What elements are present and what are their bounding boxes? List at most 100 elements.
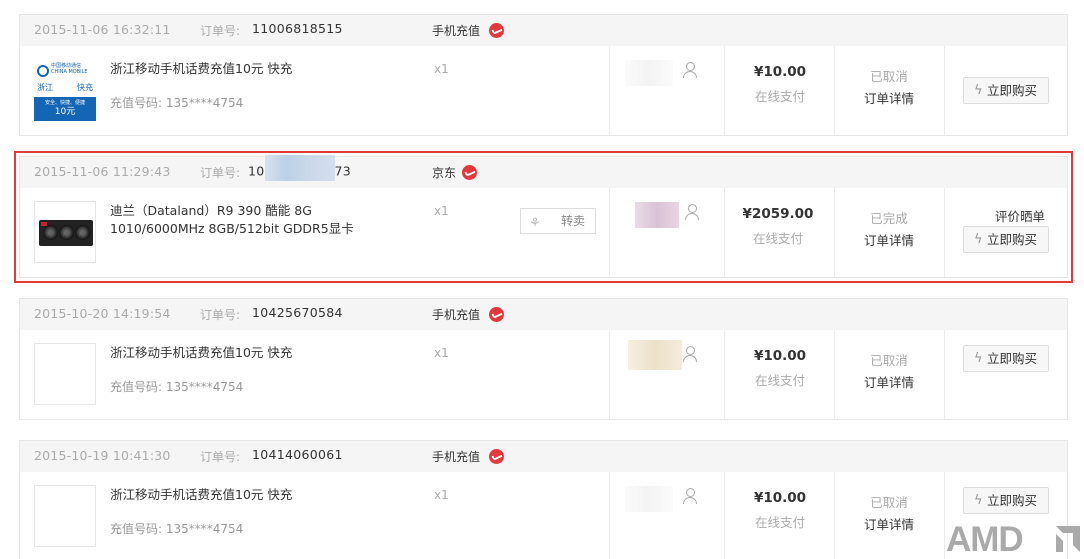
order-amount: ¥10.00 <box>753 348 807 364</box>
product-thumbnail[interactable] <box>34 343 96 405</box>
order-card: 2015-10-19 10:41:30 订单号: 10414060061 手机充… <box>19 440 1068 559</box>
product-thumbnail[interactable] <box>34 485 96 547</box>
shop-chat-icon[interactable] <box>489 307 504 322</box>
column-divider <box>724 330 725 419</box>
consignee-name-masked <box>625 60 673 86</box>
buy-now-label: 立即购买 <box>986 232 1037 247</box>
order-amount: ¥10.00 <box>753 64 807 80</box>
china-mobile-logo-icon <box>37 65 49 77</box>
order-number-masked <box>264 155 335 181</box>
order-status: 已取消 <box>870 353 908 368</box>
consignee-name-masked <box>628 340 682 370</box>
column-divider <box>609 188 610 277</box>
order-detail-link[interactable]: 订单详情 <box>834 514 944 533</box>
column-divider <box>724 46 725 135</box>
order-detail-link[interactable]: 订单详情 <box>834 88 944 107</box>
amd-arrow-logo-icon <box>1056 526 1080 552</box>
thumb-tagline: 安全、快捷、便捷 <box>44 100 85 106</box>
lightning-icon: ϟ <box>974 83 983 98</box>
column-divider <box>944 46 945 135</box>
product-thumbnail[interactable]: 中国移动通信 CHINA MOBILE 浙江 快充 安全、快捷、便捷 10元 <box>34 59 96 121</box>
buy-now-button[interactable]: ϟ 立即购买 <box>963 77 1049 104</box>
user-icon <box>683 488 697 504</box>
lightning-icon: ϟ <box>974 493 983 508</box>
thumb-brand: 中国移动通信 CHINA MOBILE <box>51 63 88 75</box>
quantity: x1 <box>434 488 449 502</box>
order-status: 已取消 <box>870 495 908 510</box>
order-status: 已完成 <box>870 211 908 226</box>
order-amount: ¥10.00 <box>753 490 807 506</box>
column-divider <box>944 472 945 559</box>
order-header: 2015-10-19 10:41:30 订单号: 10414060061 手机充… <box>20 441 1067 472</box>
shop-chat-icon[interactable] <box>489 449 504 464</box>
payment-method: 在线支付 <box>752 231 803 246</box>
recharge-number: 充值号码: 135****4754 <box>110 96 244 110</box>
user-icon <box>683 346 697 362</box>
order-status: 已取消 <box>870 69 908 84</box>
order-header: 2015-10-20 14:19:54 订单号: 10425670584 手机充… <box>20 299 1067 330</box>
consignee-name-masked <box>625 486 673 512</box>
order-detail-link[interactable]: 订单详情 <box>834 230 944 249</box>
shop-chat-icon[interactable] <box>489 23 504 38</box>
amd-watermark: AMD <box>946 520 1084 559</box>
order-detail-link[interactable]: 订单详情 <box>834 372 944 391</box>
user-icon <box>685 204 699 220</box>
order-number-label: 订单号: <box>200 308 241 322</box>
buy-now-button[interactable]: ϟ 立即购买 <box>963 226 1049 253</box>
amd-watermark-text: AMD <box>946 520 1024 559</box>
recharge-number: 充值号码: 135****4754 <box>110 522 244 536</box>
order-card-highlighted: 2015-11-06 11:29:43 订单号: 10 73 京东 迪兰（Data… <box>14 151 1073 283</box>
payment-method: 在线支付 <box>754 515 805 530</box>
order-body: 浙江移动手机话费充值10元 快充 充值号码: 135****4754 x1 ¥1… <box>20 330 1067 419</box>
order-number-label: 订单号: <box>200 166 241 180</box>
quantity: x1 <box>434 204 449 218</box>
product-name[interactable]: 迪兰（Dataland）R9 390 酷能 8G 1010/6000MHz 8G… <box>110 202 360 238</box>
resale-button[interactable]: ⚘ 转卖 <box>520 208 596 234</box>
order-header: 2015-11-06 11:29:43 订单号: 10 73 京东 <box>20 155 1067 188</box>
buy-now-button[interactable]: ϟ 立即购买 <box>963 345 1049 372</box>
user-icon <box>683 62 697 78</box>
shop-name[interactable]: 京东 <box>432 164 456 181</box>
quantity: x1 <box>434 62 449 76</box>
order-number[interactable]: 10 73 <box>248 155 351 181</box>
product-name[interactable]: 浙江移动手机话费充值10元 快充 <box>110 344 360 362</box>
order-card: 2015-11-06 16:32:11 订单号: 11006818515 手机充… <box>19 14 1068 136</box>
thumb-value: 10元 <box>54 107 76 117</box>
graphics-card-image <box>39 220 93 246</box>
product-name[interactable]: 浙江移动手机话费充值10元 快充 <box>110 60 360 78</box>
thumb-speed: 快充 <box>77 83 93 92</box>
product-thumbnail[interactable] <box>34 201 96 263</box>
buy-now-label: 立即购买 <box>986 493 1037 508</box>
order-date: 2015-10-20 14:19:54 <box>34 306 171 321</box>
resale-label: 转卖 <box>560 214 585 228</box>
buy-now-label: 立即购买 <box>986 83 1037 98</box>
payment-method: 在线支付 <box>754 89 805 104</box>
order-number[interactable]: 10414060061 <box>252 447 343 462</box>
column-divider <box>609 46 610 135</box>
column-divider <box>724 472 725 559</box>
buy-now-button[interactable]: ϟ 立即购买 <box>963 487 1049 514</box>
shop-name[interactable]: 手机充值 <box>432 22 480 39</box>
shop-name[interactable]: 手机充值 <box>432 448 480 465</box>
product-name[interactable]: 浙江移动手机话费充值10元 快充 <box>110 486 360 504</box>
handshake-icon: ⚘ <box>529 216 541 231</box>
order-number[interactable]: 11006818515 <box>252 21 343 36</box>
shop-chat-icon[interactable] <box>462 165 477 180</box>
order-body: 浙江移动手机话费充值10元 快充 充值号码: 135****4754 x1 ¥1… <box>20 472 1067 559</box>
column-divider <box>609 330 610 419</box>
column-divider <box>944 188 945 277</box>
shop-name[interactable]: 手机充值 <box>432 306 480 323</box>
order-date: 2015-11-06 11:29:43 <box>34 164 171 179</box>
column-divider <box>609 472 610 559</box>
order-number-prefix: 10 <box>248 163 265 179</box>
review-link[interactable]: 评价晒单 <box>965 206 1075 225</box>
order-date: 2015-11-06 16:32:11 <box>34 22 171 37</box>
order-body: 迪兰（Dataland）R9 390 酷能 8G 1010/6000MHz 8G… <box>20 188 1067 277</box>
consignee-name-masked <box>635 202 679 228</box>
order-amount: ¥2059.00 <box>742 206 814 222</box>
buy-now-label: 立即购买 <box>986 351 1037 366</box>
lightning-icon: ϟ <box>974 232 983 247</box>
thumb-region: 浙江 <box>37 83 53 92</box>
order-body: 中国移动通信 CHINA MOBILE 浙江 快充 安全、快捷、便捷 10元 浙江移… <box>20 46 1067 135</box>
order-number[interactable]: 10425670584 <box>252 305 343 320</box>
